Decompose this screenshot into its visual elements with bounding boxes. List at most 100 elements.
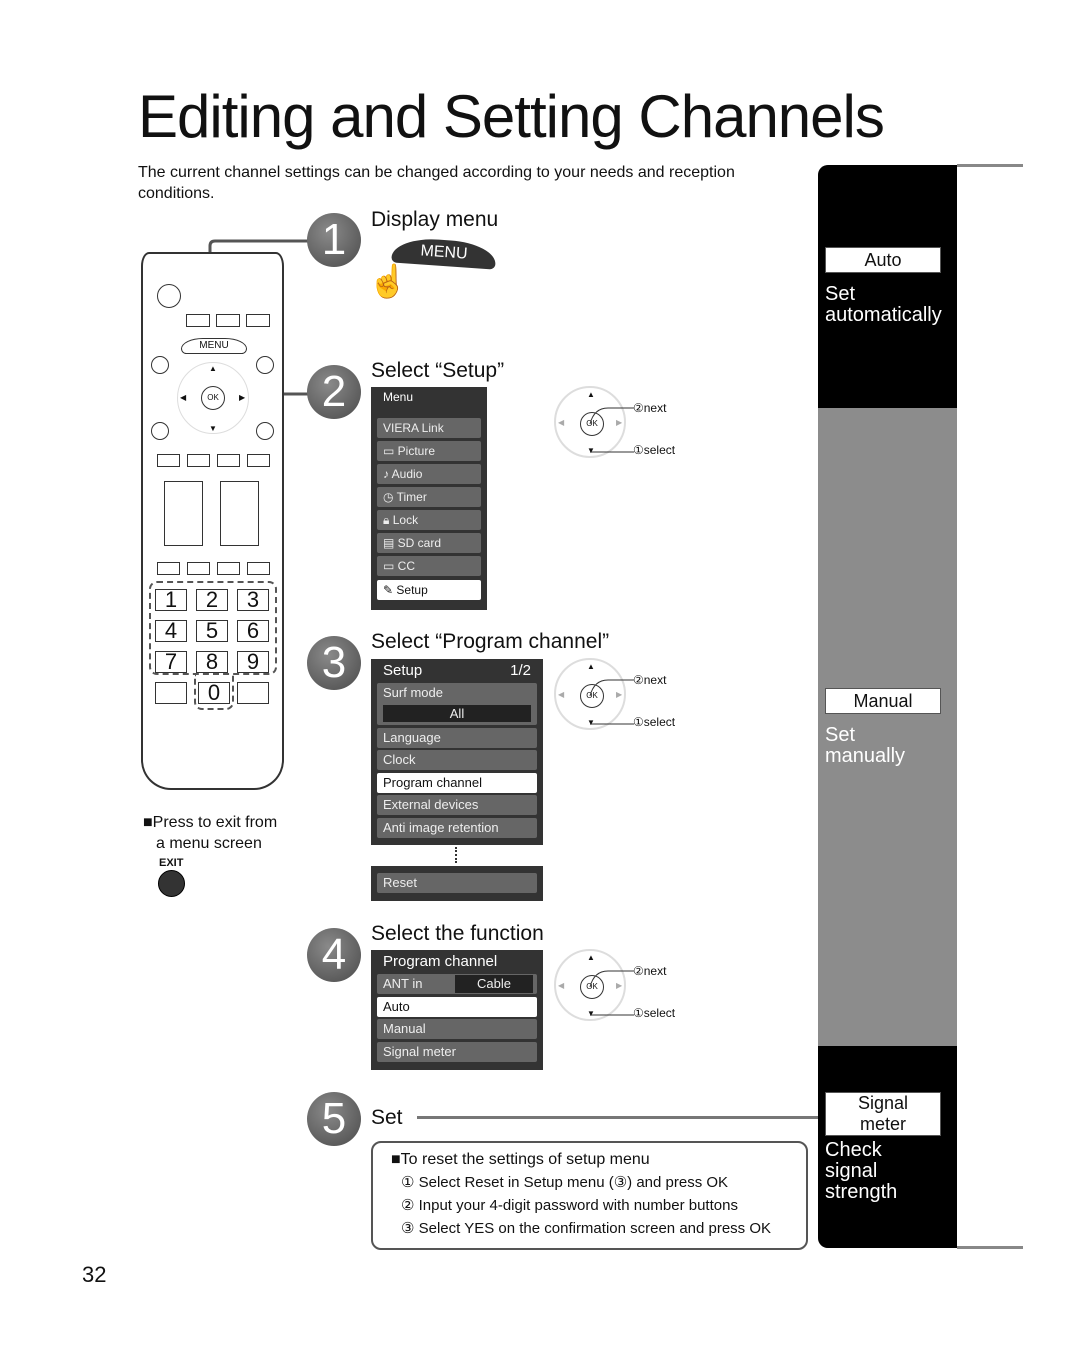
left-arrow-icon[interactable]: ◀	[180, 393, 186, 402]
number-button[interactable]: 5	[196, 620, 228, 642]
menu-item-anti-image-retention[interactable]: Anti image retention	[377, 818, 537, 838]
menu-item-viera-link[interactable]: VIERA Link	[377, 418, 481, 438]
more-items-dots	[455, 847, 457, 863]
remote-button[interactable]	[155, 682, 187, 704]
menu-header: Menu	[383, 390, 414, 404]
step-3-title: Select “Program channel”	[371, 630, 610, 653]
menu-item-picture[interactable]: ▭ Picture	[377, 441, 481, 461]
remote-control: MENU ▲ ▼ ◀ ▶ OK 1 2 3 4 5 6 7 8 9 0	[141, 252, 284, 790]
page-indicator: 1/2	[510, 662, 531, 679]
set-connector-line	[417, 1116, 818, 1119]
remote-button[interactable]	[256, 356, 274, 374]
remote-button[interactable]	[217, 454, 240, 467]
left-arrow-icon: ◀	[558, 418, 565, 427]
menu-item-external-devices[interactable]: External devices	[377, 795, 537, 815]
surf-mode-value: All	[383, 705, 531, 722]
power-button[interactable]	[157, 284, 181, 308]
select-label: ①select	[633, 1006, 676, 1020]
menu-item-audio[interactable]: ♪ Audio	[377, 464, 481, 484]
right-arrow-icon[interactable]: ▶	[239, 393, 245, 402]
remote-button[interactable]	[216, 314, 240, 327]
menu-item-lock[interactable]: 🔒︎ Lock	[377, 510, 481, 530]
number-button[interactable]: 1	[155, 589, 187, 611]
bullet-icon: ■	[391, 1151, 401, 1168]
sidebar-top-rule	[957, 164, 1023, 167]
menu-item-manual[interactable]: Manual	[377, 1019, 537, 1039]
main-menu: Menu VIERA Link ▭ Picture ♪ Audio ◷ Time…	[371, 387, 487, 610]
manual-desc: Set	[825, 724, 856, 746]
remote-button[interactable]	[157, 562, 180, 575]
menu-item-cc[interactable]: ▭ CC	[377, 556, 481, 576]
step-5-number: 5	[307, 1092, 361, 1146]
number-button[interactable]: 7	[155, 651, 187, 673]
exit-label: EXIT	[159, 857, 184, 869]
signal-desc: signal	[825, 1160, 878, 1182]
remote-button[interactable]	[217, 562, 240, 575]
left-arrow-icon: ◀	[558, 981, 565, 990]
pad-leader-lines	[589, 679, 634, 725]
setup-header: Setup	[383, 662, 423, 679]
intro-text: The current channel settings can be chan…	[138, 164, 735, 202]
menu-item-language[interactable]: Language	[377, 728, 537, 748]
menu-item-signal-meter[interactable]: Signal meter	[377, 1042, 537, 1062]
remote-button[interactable]	[246, 314, 270, 327]
signal-desc: strength	[825, 1181, 898, 1203]
note-line: ① Select Reset in Setup menu (③) and pre…	[401, 1174, 729, 1191]
menu-item-sd-card[interactable]: ▤ SD card	[377, 533, 481, 553]
remote-button[interactable]	[247, 562, 270, 575]
ok-button[interactable]: OK	[201, 386, 225, 410]
select-label: ①select	[633, 715, 676, 729]
remote-button[interactable]	[187, 562, 210, 575]
function-sidebar: Auto Set automatically Manual Set manually…	[818, 165, 957, 1248]
menu-item-setup[interactable]: ✎ Setup	[377, 580, 481, 600]
remote-button[interactable]	[247, 454, 270, 467]
number-button[interactable]: 6	[237, 620, 269, 642]
menu-item-surf-mode[interactable]: Surf mode All	[377, 683, 537, 725]
number-button[interactable]: 0	[198, 682, 230, 704]
remote-button[interactable]	[237, 682, 269, 704]
menu-item-timer[interactable]: ◷ Timer	[377, 487, 481, 507]
reset-menu: Reset	[371, 866, 543, 901]
page-number: 32	[82, 1262, 107, 1287]
manual-desc: manually	[825, 745, 906, 767]
program-channel-menu: Program channel ANT in Cable Auto Manual…	[371, 950, 543, 1070]
menu-item-ant-in[interactable]: ANT in Cable	[377, 974, 537, 994]
number-button[interactable]: 2	[196, 589, 228, 611]
next-label: ②next	[633, 673, 667, 687]
menu-item-reset[interactable]: Reset	[377, 873, 537, 893]
menu-item-program-channel[interactable]: Program channel	[377, 773, 537, 793]
pad-leader-lines	[589, 970, 634, 1016]
auto-label: Auto	[825, 247, 941, 273]
step-1-title: Display menu	[371, 208, 499, 231]
remote-button[interactable]	[186, 314, 210, 327]
remote-button[interactable]	[256, 422, 274, 440]
left-arrow-icon: ◀	[558, 690, 565, 699]
down-arrow-icon[interactable]: ▼	[209, 424, 217, 433]
number-button[interactable]: 4	[155, 620, 187, 642]
note-line: ② Input your 4-digit password with numbe…	[401, 1197, 738, 1214]
number-button[interactable]: 9	[237, 651, 269, 673]
volume-rocker[interactable]	[164, 481, 203, 546]
exit-button[interactable]	[158, 870, 185, 897]
channel-rocker[interactable]	[220, 481, 259, 546]
remote-button[interactable]	[157, 454, 180, 467]
remote-button[interactable]	[151, 356, 169, 374]
step-5-title: Set	[371, 1106, 403, 1129]
menu-item-clock[interactable]: Clock	[377, 750, 537, 770]
program-channel-header: Program channel	[383, 953, 498, 970]
up-arrow-icon[interactable]: ▲	[209, 364, 217, 373]
remote-button[interactable]	[187, 454, 210, 467]
ant-in-value: Cable	[455, 975, 533, 993]
menu-button[interactable]: MENU	[181, 338, 247, 354]
next-label: ②next	[633, 964, 667, 978]
remote-button[interactable]	[151, 422, 169, 440]
note-title: To reset the settings of setup menu	[400, 1151, 650, 1168]
manual-label: Manual	[825, 688, 941, 714]
bullet-icon: ■	[143, 814, 153, 831]
number-button[interactable]: 3	[237, 589, 269, 611]
setup-menu: Setup 1/2 Surf mode All Language Clock Pr…	[371, 659, 543, 845]
step-2-title: Select “Setup”	[371, 359, 505, 382]
menu-item-auto[interactable]: Auto	[377, 997, 537, 1017]
auto-desc: automatically	[825, 304, 942, 326]
number-button[interactable]: 8	[196, 651, 228, 673]
